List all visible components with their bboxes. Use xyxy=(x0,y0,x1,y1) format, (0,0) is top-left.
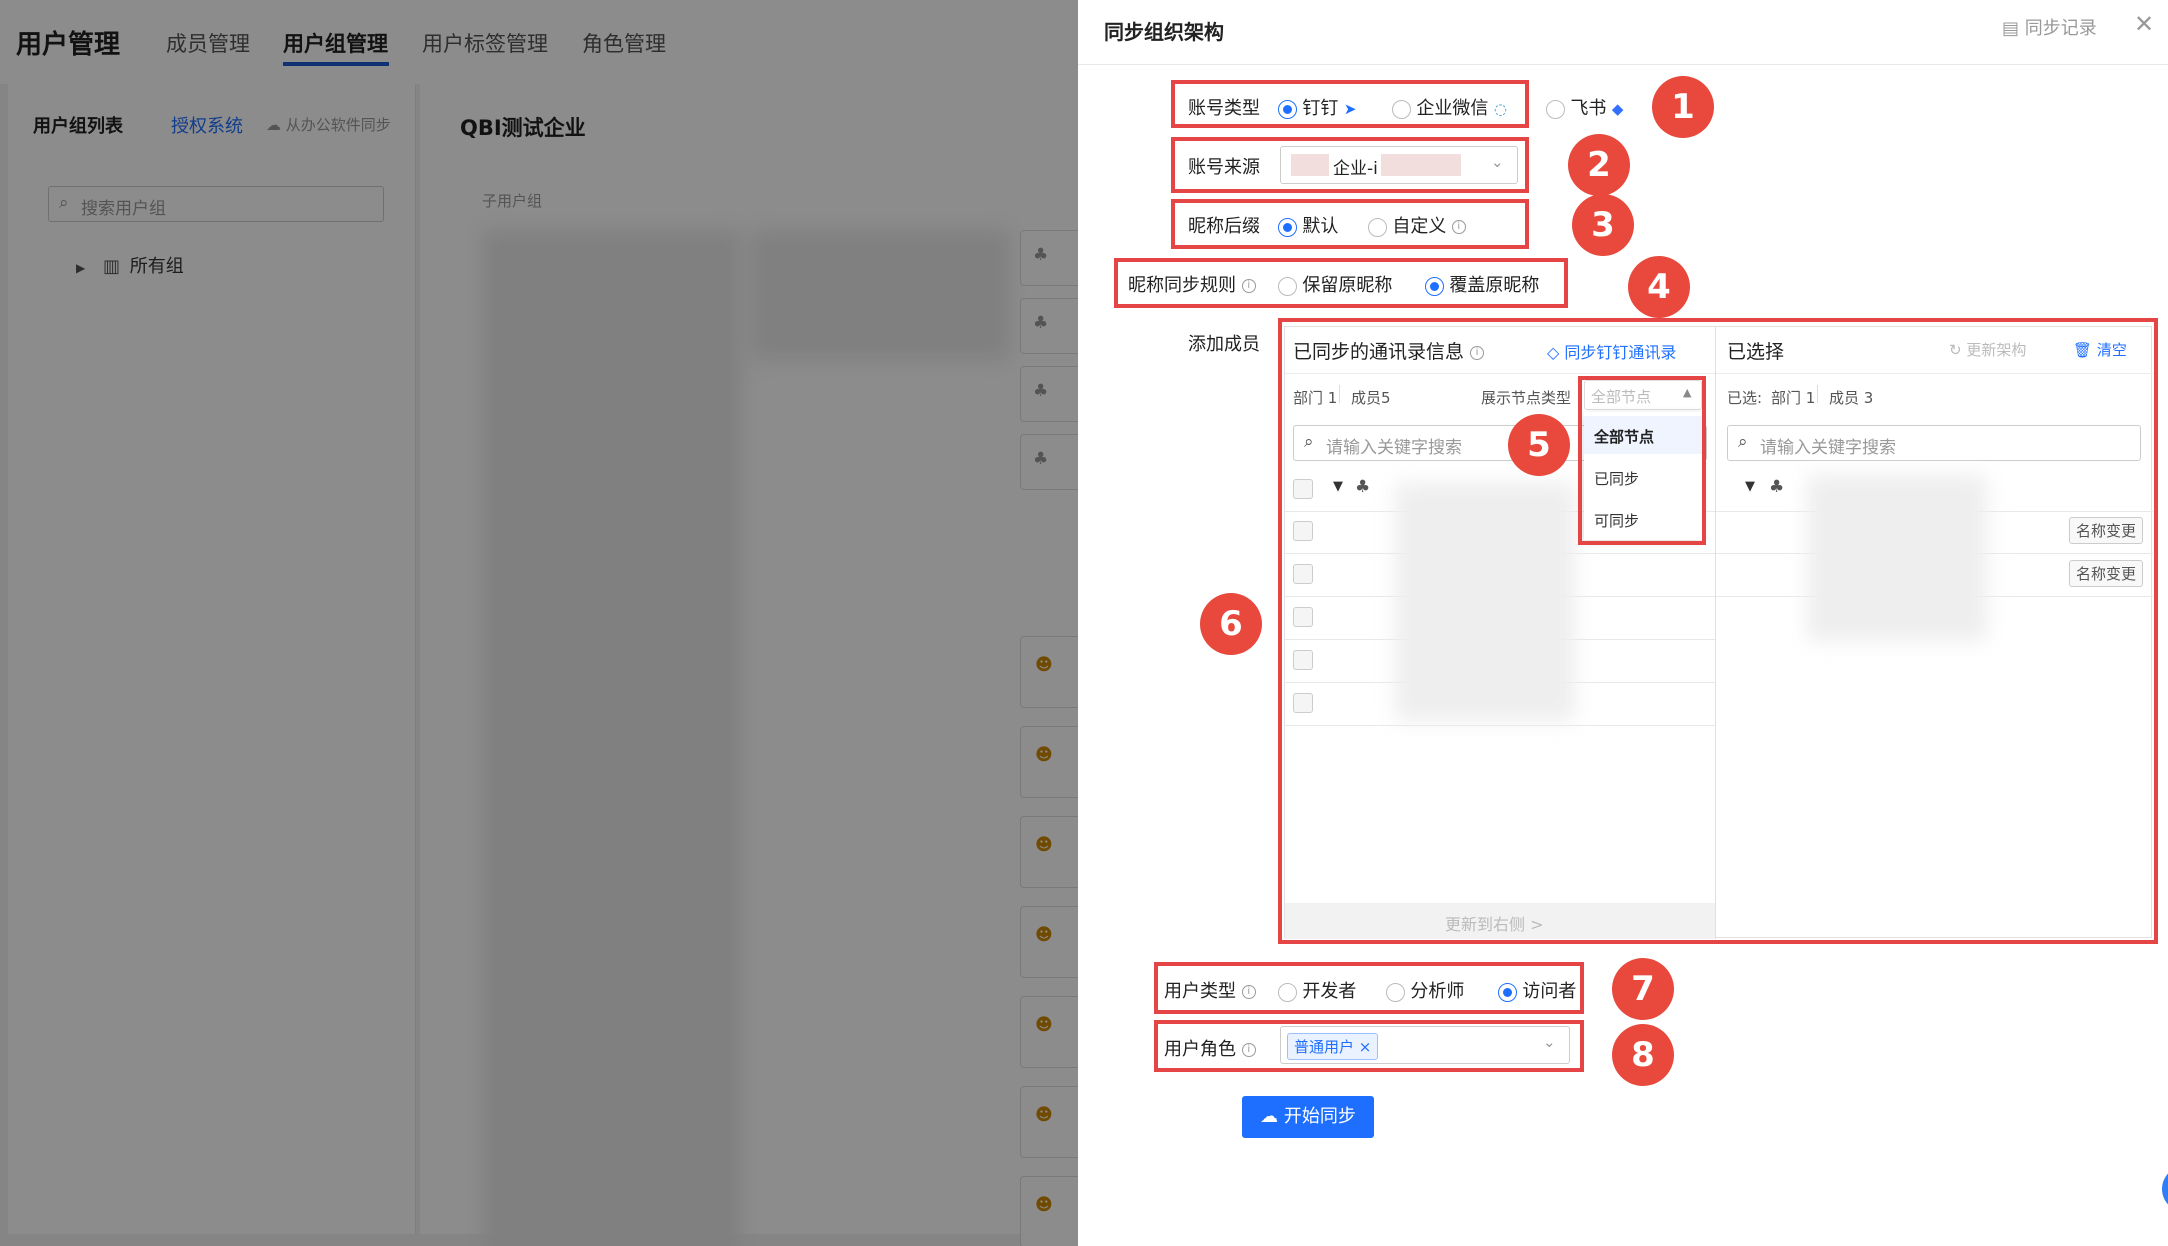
annotation-badge-3: 3 xyxy=(1572,194,1634,256)
modal-overlay[interactable] xyxy=(0,0,1078,1246)
close-icon[interactable]: ✕ xyxy=(2134,10,2154,38)
help-float-button[interactable] xyxy=(2162,1166,2168,1212)
annotation-box-account-type xyxy=(1171,80,1529,128)
cloud-icon: ☁ xyxy=(1260,1106,1279,1127)
sync-org-drawer: 同步组织架构 ▤ 同步记录 ✕ 账号类型 钉钉 ➤ 企业微信 ◌ 飞书 ◆ 账号… xyxy=(1078,0,2168,1246)
annotation-box-nickname-suffix xyxy=(1171,199,1529,249)
account-type-feishu[interactable]: 飞书 ◆ xyxy=(1546,94,1623,120)
annotation-box-account-source xyxy=(1171,137,1529,193)
add-members-label: 添加成员 xyxy=(1188,334,1260,355)
document-icon: ▤ xyxy=(2002,18,2020,39)
annotation-box-user-type xyxy=(1154,962,1584,1014)
annotation-badge-6: 6 xyxy=(1200,593,1262,655)
feishu-icon: ◆ xyxy=(1611,100,1624,118)
annotation-badge-1: 1 xyxy=(1652,76,1714,138)
annotation-badge-8: 8 xyxy=(1612,1024,1674,1086)
annotation-badge-5: 5 xyxy=(1508,414,1570,476)
sync-record-link[interactable]: ▤ 同步记录 xyxy=(2002,14,2097,40)
header-divider xyxy=(1078,64,2168,65)
annotation-badge-2: 2 xyxy=(1568,134,1630,196)
annotation-box-user-role xyxy=(1154,1020,1584,1072)
annotation-box-nickname-rule xyxy=(1114,258,1568,308)
start-sync-button[interactable]: ☁ 开始同步 xyxy=(1242,1096,1374,1138)
annotation-badge-7: 7 xyxy=(1612,958,1674,1020)
radio-unchecked xyxy=(1546,99,1565,119)
drawer-title: 同步组织架构 xyxy=(1104,20,1224,44)
annotation-box-add-members xyxy=(1278,318,2158,944)
annotation-badge-4: 4 xyxy=(1628,256,1690,318)
